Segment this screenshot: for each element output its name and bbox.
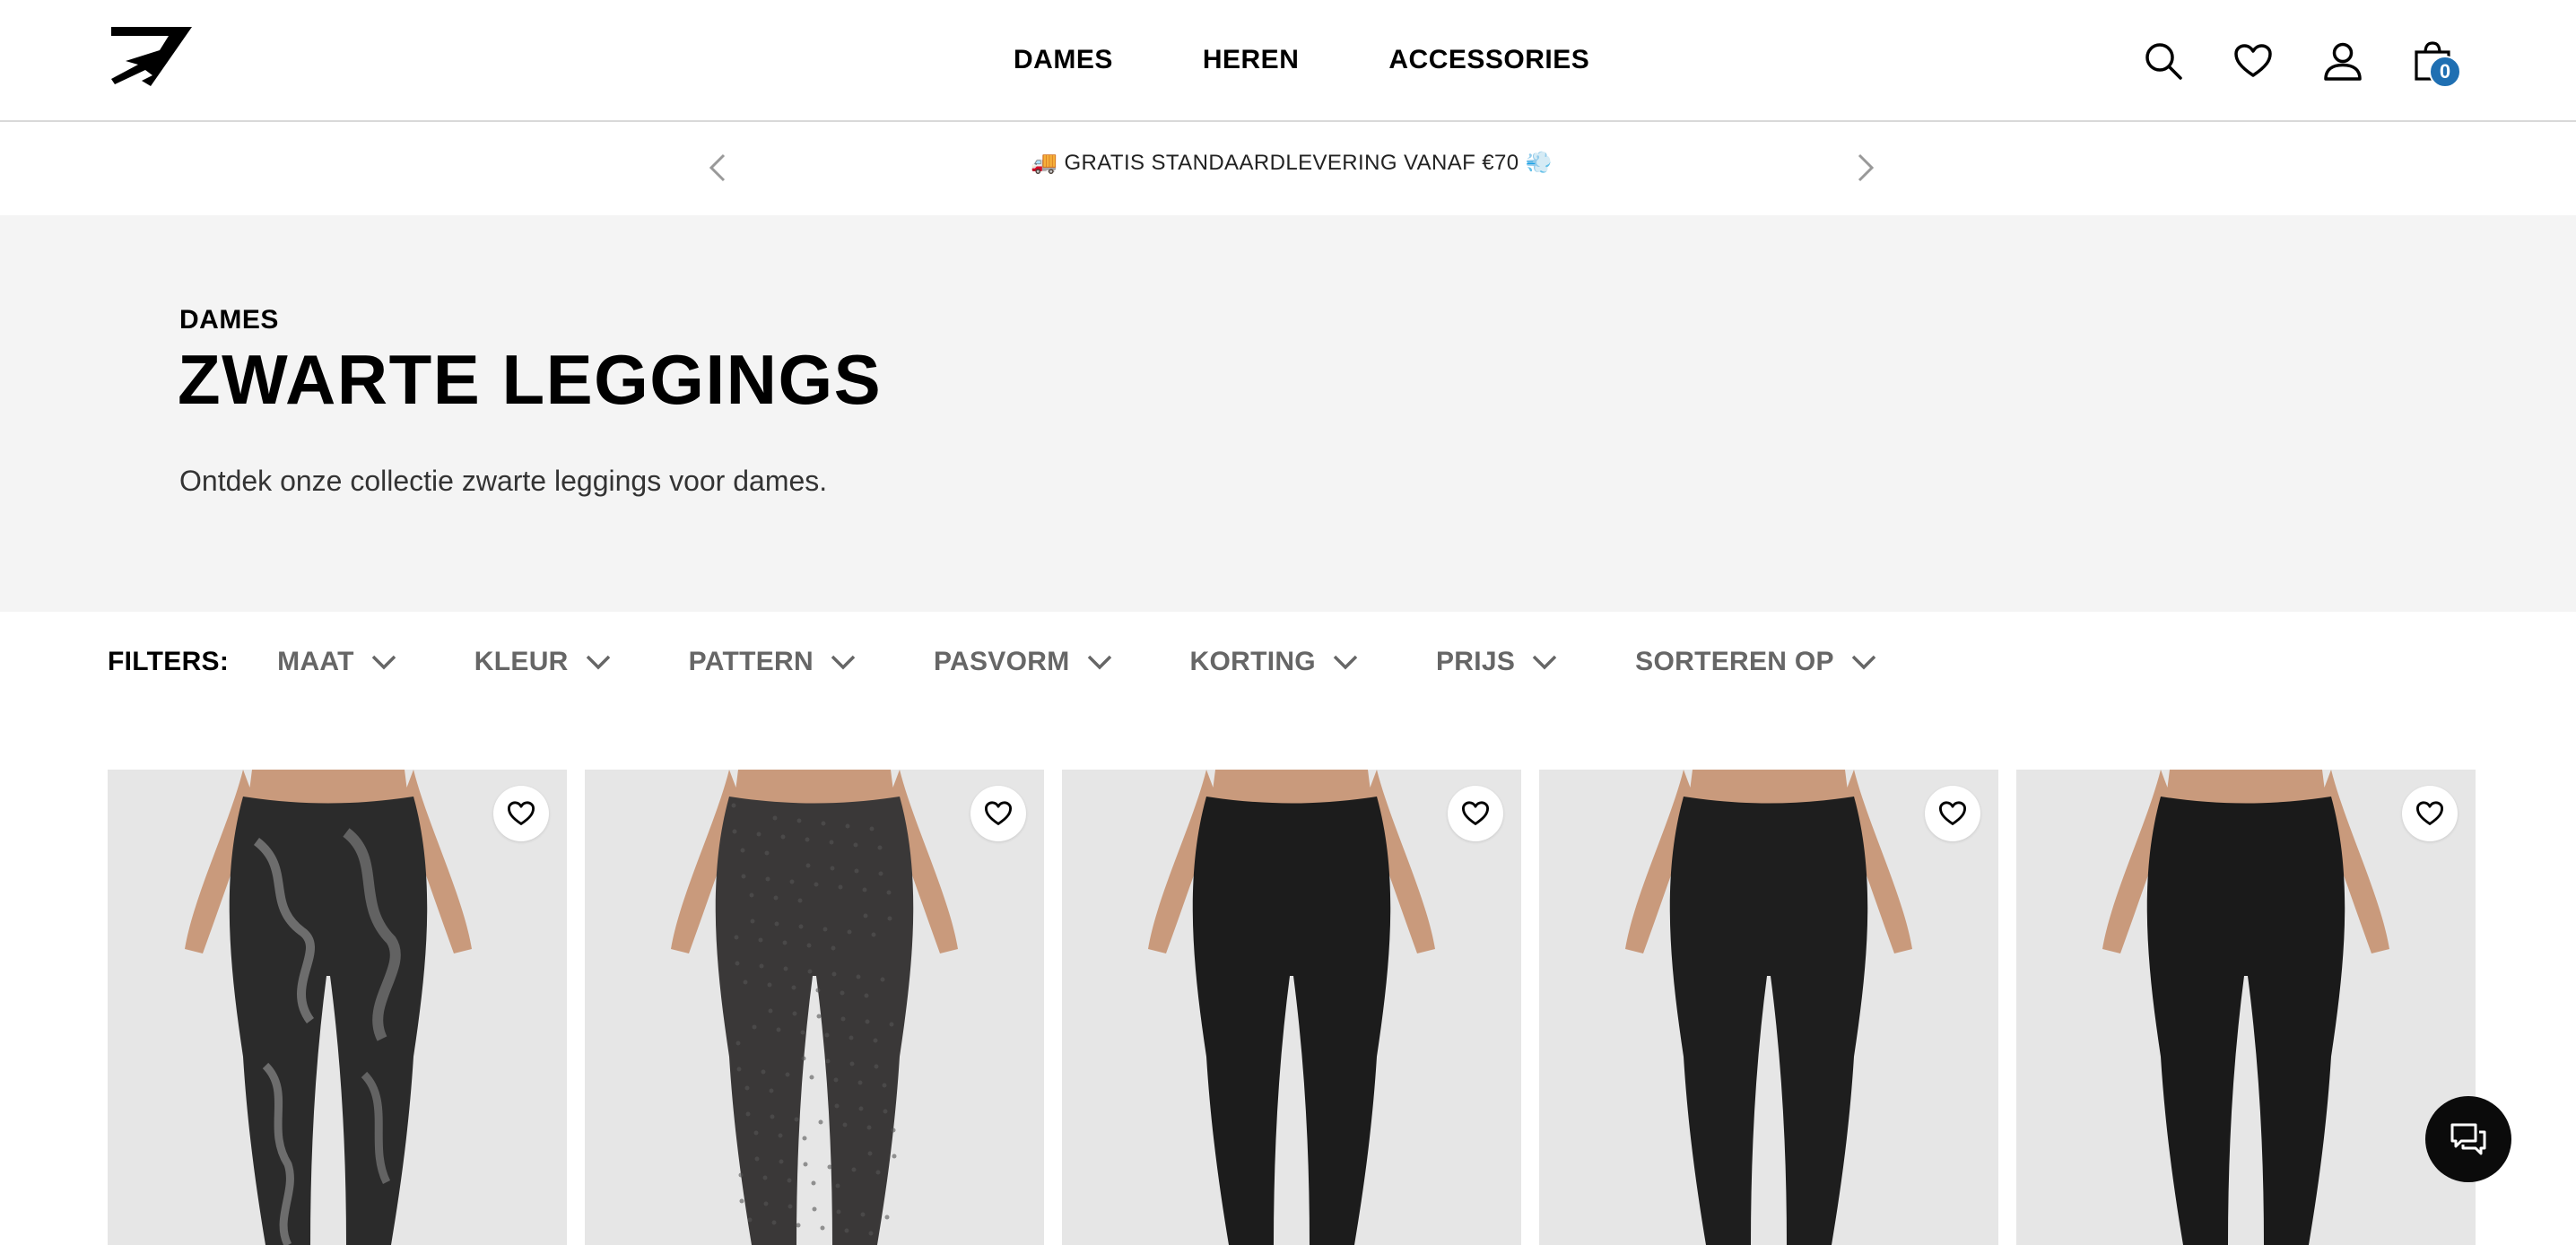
filter-sorteren-op[interactable]: SORTEREN OP (1635, 647, 1877, 677)
heart-icon[interactable] (2228, 36, 2278, 86)
filter-label: PRIJS (1435, 647, 1516, 676)
heart-icon (1939, 801, 1966, 825)
heart-icon (508, 801, 535, 825)
chat-icon (2450, 1123, 2486, 1155)
filter-maat[interactable]: MAAT (277, 647, 397, 677)
heart-icon (2416, 801, 2443, 825)
filter-label: KORTING (1189, 647, 1316, 676)
chevron-down-icon (1851, 655, 1876, 670)
wishlist-button[interactable] (493, 786, 549, 841)
product-image (2016, 770, 2476, 1245)
wishlist-button[interactable] (2402, 786, 2458, 841)
header-icons: 0 (2138, 36, 2461, 88)
page-title: ZWARTE LEGGINGS (178, 340, 883, 419)
nav-item-accessories[interactable]: ACCESSORIES (1388, 45, 1589, 75)
chevron-left-icon[interactable] (700, 148, 735, 187)
chevron-right-icon[interactable] (1848, 148, 1884, 187)
product-image (1539, 770, 1998, 1245)
wishlist-button[interactable] (1925, 786, 1980, 841)
filter-pasvorm[interactable]: PASVORM (934, 647, 1113, 677)
breadcrumb[interactable]: DAMES (179, 305, 279, 335)
chevron-down-icon (586, 655, 610, 670)
filters-label: FILTERS: (108, 647, 230, 676)
product-card[interactable] (585, 770, 1044, 1245)
product-card[interactable] (108, 770, 567, 1245)
heart-icon (1462, 801, 1489, 825)
search-icon[interactable] (2138, 36, 2189, 86)
chat-button[interactable] (2425, 1096, 2511, 1182)
filter-label: KLEUR (474, 647, 569, 676)
product-image (108, 770, 567, 1245)
product-image (585, 770, 1044, 1245)
product-card[interactable] (1062, 770, 1521, 1245)
page-description: Ontdek onze collectie zwarte leggings vo… (179, 465, 828, 497)
nav-item-heren[interactable]: HEREN (1203, 45, 1300, 75)
promo-text: 🚚 GRATIS STANDAARDLEVERING VANAF €70 💨 (1031, 151, 1553, 175)
heart-icon (985, 801, 1012, 825)
chevron-down-icon (1087, 655, 1111, 670)
main-nav: DAMES HEREN ACCESSORIES (1014, 38, 1589, 83)
wishlist-button[interactable] (1448, 786, 1503, 841)
product-image (1062, 770, 1521, 1245)
cart-count-badge: 0 (2429, 56, 2461, 88)
chevron-down-icon (371, 655, 396, 670)
filter-pattern[interactable]: PATTERN (689, 647, 857, 677)
product-card[interactable] (2016, 770, 2476, 1245)
account-icon[interactable] (2318, 36, 2368, 86)
chevron-down-icon (1333, 655, 1358, 670)
site-header: DAMES HEREN ACCESSORIES 0 (0, 0, 2576, 122)
product-card[interactable] (1539, 770, 1998, 1245)
chevron-down-icon (1532, 655, 1557, 670)
filter-kleur[interactable]: KLEUR (474, 647, 612, 677)
wishlist-button[interactable] (970, 786, 1026, 841)
nav-item-dames[interactable]: DAMES (1014, 45, 1113, 75)
filter-bar: FILTERS: MAAT KLEUR PATTERN PASVORM KORT… (108, 642, 1877, 682)
filter-label: SORTEREN OP (1635, 647, 1834, 676)
filter-label: PATTERN (688, 647, 814, 676)
product-grid (108, 770, 2476, 1245)
category-hero: DAMES ZWARTE LEGGINGS Ontdek onze collec… (0, 215, 2576, 612)
gymshark-logo-icon[interactable] (106, 23, 196, 90)
chevron-down-icon (831, 655, 856, 670)
promo-bar: 🚚 GRATIS STANDAARDLEVERING VANAF €70 💨 (0, 123, 2576, 214)
filter-korting[interactable]: KORTING (1190, 647, 1359, 677)
filter-label: MAAT (277, 647, 354, 676)
filter-prijs[interactable]: PRIJS (1436, 647, 1558, 677)
bag-icon[interactable]: 0 (2407, 36, 2461, 88)
filter-label: PASVORM (933, 647, 1070, 676)
